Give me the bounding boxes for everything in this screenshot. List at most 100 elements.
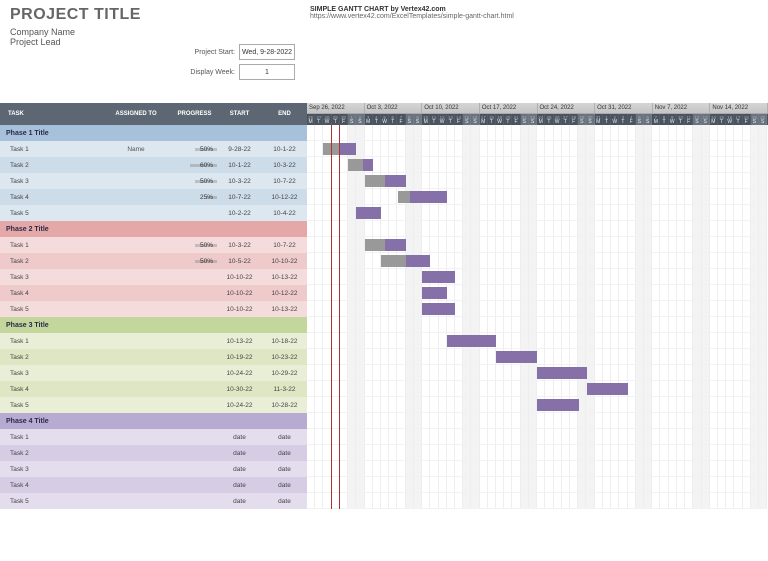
task-end: 10-1-22 xyxy=(262,146,307,153)
display-week-label: Display Week: xyxy=(183,69,239,76)
task-table: TASK ASSIGNED TO PROGRESS START END Phas… xyxy=(0,103,307,509)
task-row[interactable]: Task 410-30-2211-3-22 xyxy=(0,381,307,397)
day-header-cell: 10M xyxy=(422,114,430,125)
task-row[interactable]: Task 260%10-1-2210-3-22 xyxy=(0,157,307,173)
task-name: Task 2 xyxy=(0,258,100,265)
chart-row xyxy=(307,189,768,205)
gantt-bar[interactable] xyxy=(356,207,381,219)
gantt-bar[interactable] xyxy=(365,175,406,187)
task-end: date xyxy=(262,450,307,457)
chart-row xyxy=(307,397,768,413)
chart-row xyxy=(307,461,768,477)
task-row[interactable]: Task 410-10-2210-12-22 xyxy=(0,285,307,301)
task-start: 10-10-22 xyxy=(217,274,262,281)
task-name: Task 5 xyxy=(0,306,100,313)
day-header-cell: 30F xyxy=(340,114,348,125)
task-row[interactable]: Task 3datedate xyxy=(0,461,307,477)
day-header-cell: 12S xyxy=(693,114,701,125)
day-header-cell: 8T xyxy=(660,114,668,125)
day-header-cell: 28W xyxy=(323,114,331,125)
task-row[interactable]: Task 350%10-3-2210-7-22 xyxy=(0,173,307,189)
task-row[interactable]: Task 2datedate xyxy=(0,445,307,461)
task-row[interactable]: Task 425%10-7-2210-12-22 xyxy=(0,189,307,205)
day-header-cell: 4F xyxy=(628,114,636,125)
template-meta: SIMPLE GANTT CHART by Vertex42.com https… xyxy=(310,6,514,20)
task-progress: 50% xyxy=(172,242,217,249)
task-row[interactable]: Task 510-2-2210-4-22 xyxy=(0,205,307,221)
task-row[interactable]: Task 210-19-2210-23-22 xyxy=(0,349,307,365)
day-header-cell: 27T xyxy=(562,114,570,125)
chart-row xyxy=(307,157,768,173)
task-name: Task 1 xyxy=(0,434,100,441)
task-row[interactable]: Task 150%10-3-2210-7-22 xyxy=(0,237,307,253)
task-start: 10-19-22 xyxy=(217,354,262,361)
task-end: 10-13-22 xyxy=(262,274,307,281)
chart-row xyxy=(307,173,768,189)
task-end: 10-7-22 xyxy=(262,178,307,185)
day-header-cell: 27T xyxy=(315,114,323,125)
chart-row xyxy=(307,317,768,333)
gantt-bar[interactable] xyxy=(422,271,455,283)
day-header-cell: 3T xyxy=(619,114,627,125)
task-row[interactable]: Task 5datedate xyxy=(0,493,307,509)
task-name: Task 3 xyxy=(0,370,100,377)
task-start: 10-30-22 xyxy=(217,386,262,393)
project-start-input[interactable]: Wed, 9-28-2022 xyxy=(239,44,295,60)
col-header-end: END xyxy=(262,111,307,117)
task-start: date xyxy=(217,450,262,457)
task-row[interactable]: Task 510-10-2210-13-22 xyxy=(0,301,307,317)
task-end: date xyxy=(262,482,307,489)
gantt-bar[interactable] xyxy=(422,303,455,315)
gantt-bar[interactable] xyxy=(348,159,373,171)
chart-row xyxy=(307,445,768,461)
task-row[interactable]: Task 3 10-10-2210-13-22 xyxy=(0,269,307,285)
task-row[interactable]: Task 1Name50%9-28-2210-1-22 xyxy=(0,141,307,157)
gantt-bar[interactable] xyxy=(398,191,447,203)
gantt-bar[interactable] xyxy=(496,351,537,363)
week-label: Oct 3, 2022 xyxy=(365,103,423,113)
gantt-bar[interactable] xyxy=(422,287,447,299)
task-row[interactable]: Task 510-24-2210-28-22 xyxy=(0,397,307,413)
gantt-bar[interactable] xyxy=(537,367,586,379)
day-header-cell: 5W xyxy=(381,114,389,125)
task-row[interactable]: Task 1datedate xyxy=(0,429,307,445)
task-row[interactable]: Task 110-13-2210-18-22 xyxy=(0,333,307,349)
chart-row xyxy=(307,477,768,493)
gantt-bar[interactable] xyxy=(537,399,578,411)
task-row[interactable]: Task 310-24-2210-29-22 xyxy=(0,365,307,381)
task-progress: 50% xyxy=(172,258,217,265)
task-row[interactable]: Task 250%10-5-2210-10-22 xyxy=(0,253,307,269)
task-name: Task 5 xyxy=(0,210,100,217)
chart-row xyxy=(307,269,768,285)
week-label: Oct 31, 2022 xyxy=(595,103,653,113)
day-header-cell: 15S xyxy=(463,114,471,125)
day-header-cell: 6T xyxy=(389,114,397,125)
week-label: Sep 26, 2022 xyxy=(307,103,365,113)
task-end: date xyxy=(262,498,307,505)
day-header-cell: 1S xyxy=(348,114,356,125)
day-header-cell: 14M xyxy=(710,114,718,125)
display-week-input[interactable]: 1 xyxy=(239,64,295,80)
task-row[interactable]: Task 4datedate xyxy=(0,477,307,493)
gantt-bar[interactable] xyxy=(381,255,430,267)
day-header-cell: 17M xyxy=(480,114,488,125)
task-start: 10-1-22 xyxy=(217,162,262,169)
day-header-cell: 20S xyxy=(759,114,767,125)
task-name: Task 3 xyxy=(0,274,100,281)
task-start: 10-7-22 xyxy=(217,194,262,201)
task-start: 10-13-22 xyxy=(217,338,262,345)
task-start: 10-10-22 xyxy=(217,290,262,297)
week-label: Oct 24, 2022 xyxy=(538,103,596,113)
gantt-bar[interactable] xyxy=(587,383,628,395)
day-header-cell: 17T xyxy=(734,114,742,125)
gantt-bar[interactable] xyxy=(365,239,406,251)
task-progress: 60% xyxy=(172,162,217,169)
task-name: Task 2 xyxy=(0,162,100,169)
task-end: 10-12-22 xyxy=(262,194,307,201)
phase-header: Phase 3 Title xyxy=(0,317,307,333)
task-start: date xyxy=(217,434,262,441)
chart-row xyxy=(307,253,768,269)
chart-row xyxy=(307,285,768,301)
day-header-cell: 24M xyxy=(537,114,545,125)
gantt-bar[interactable] xyxy=(447,335,496,347)
